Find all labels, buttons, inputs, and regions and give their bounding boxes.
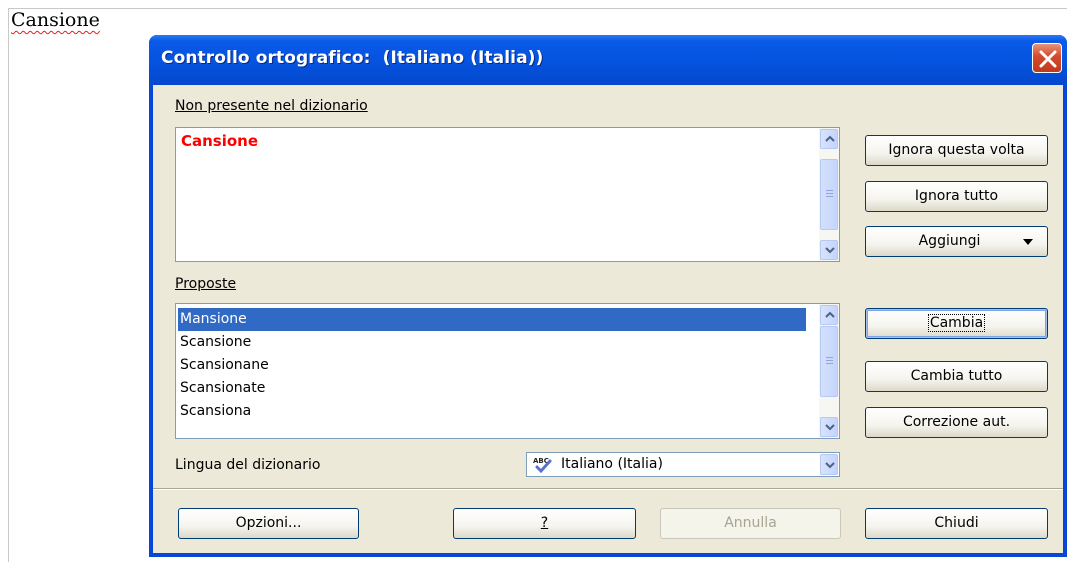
change-all-label: Cambia tutto: [910, 368, 1003, 384]
undo-button[interactable]: Annulla: [660, 508, 841, 539]
scroll-down-button[interactable]: [820, 240, 838, 260]
scroll-down-icon: [825, 424, 835, 431]
undo-label: Annulla: [724, 515, 777, 531]
add-label: Aggiungi: [918, 233, 981, 249]
suggestions-scrollbar[interactable]: [819, 304, 839, 438]
options-button[interactable]: Opzioni...: [178, 508, 359, 539]
autocorrect-button[interactable]: Correzione aut.: [865, 407, 1048, 438]
scroll-down-button[interactable]: [820, 417, 838, 437]
list-item[interactable]: Scansiona: [178, 400, 806, 423]
close-window-button[interactable]: [1032, 43, 1062, 73]
help-button[interactable]: ?: [453, 508, 636, 539]
suggestions-label-text: Proposte: [175, 276, 237, 292]
dictionary-language-label: Lingua del dizionario: [175, 457, 320, 473]
ignore-once-button[interactable]: Ignora questa volta: [865, 135, 1048, 166]
scroll-thumb[interactable]: [820, 326, 838, 397]
not-in-dictionary-label-text: Non presente nel dizionario: [175, 98, 368, 114]
change-label: Cambia: [927, 314, 986, 332]
document-margin-left: [8, 8, 9, 562]
add-button[interactable]: Aggiungi: [865, 226, 1048, 257]
spellcheck-abc-icon: ABC: [533, 457, 552, 474]
dictionary-language-label-text: Lingua del dizionario: [175, 457, 321, 473]
dialog-body: Non presente nel dizionario Cansione Pro…: [153, 85, 1063, 553]
change-all-button[interactable]: Cambia tutto: [865, 361, 1048, 392]
close-icon: [1039, 50, 1057, 68]
list-item[interactable]: Scansionate: [178, 377, 806, 400]
dictionary-language-select[interactable]: ABC Italiano (Italia): [526, 452, 840, 477]
suggestions-label: Proposte: [175, 276, 236, 292]
spellcheck-dialog: Controllo ortografico: (Italiano (Italia…: [149, 35, 1067, 557]
scroll-up-icon: [825, 311, 835, 318]
list-item[interactable]: Mansione: [178, 308, 806, 331]
unknown-word-textbox[interactable]: Cansione: [175, 127, 840, 262]
autocorrect-label: Correzione aut.: [902, 414, 1011, 430]
change-button[interactable]: Cambia: [865, 308, 1048, 339]
scroll-up-button[interactable]: [820, 129, 838, 149]
list-item[interactable]: Scansione: [178, 331, 806, 354]
misspelled-document-word[interactable]: Cansione: [11, 9, 100, 31]
options-label: Opzioni...: [235, 515, 302, 531]
scroll-up-icon: [825, 135, 835, 142]
suggestions-list[interactable]: Mansione Scansione Scansionane Scansiona…: [175, 303, 840, 439]
close-button[interactable]: Chiudi: [865, 508, 1048, 539]
separator-highlight: [153, 489, 1063, 490]
dialog-title: Controllo ortografico: (Italiano (Italia…: [161, 48, 544, 68]
ignore-all-button[interactable]: Ignora tutto: [865, 181, 1048, 212]
dropdown-arrow-icon: [1023, 239, 1033, 245]
dictionary-language-value: Italiano (Italia): [561, 456, 663, 472]
document-margin-top: [8, 8, 1067, 9]
not-in-dictionary-label: Non presente nel dizionario: [175, 98, 368, 114]
scroll-thumb[interactable]: [820, 159, 838, 230]
unknown-word-scrollbar[interactable]: [819, 128, 839, 261]
close-label: Chiudi: [934, 515, 979, 531]
scroll-up-button[interactable]: [820, 305, 838, 325]
ignore-all-label: Ignora tutto: [914, 188, 999, 204]
title-bar[interactable]: Controllo ortografico: (Italiano (Italia…: [149, 35, 1067, 85]
language-dropdown-button[interactable]: [820, 454, 838, 475]
scroll-down-icon: [825, 247, 835, 254]
chevron-down-icon: [825, 462, 835, 469]
ignore-once-label: Ignora questa volta: [888, 142, 1025, 158]
list-item[interactable]: Scansionane: [178, 354, 806, 377]
unknown-word: Cansione: [181, 132, 259, 150]
help-label: ?: [540, 515, 549, 531]
